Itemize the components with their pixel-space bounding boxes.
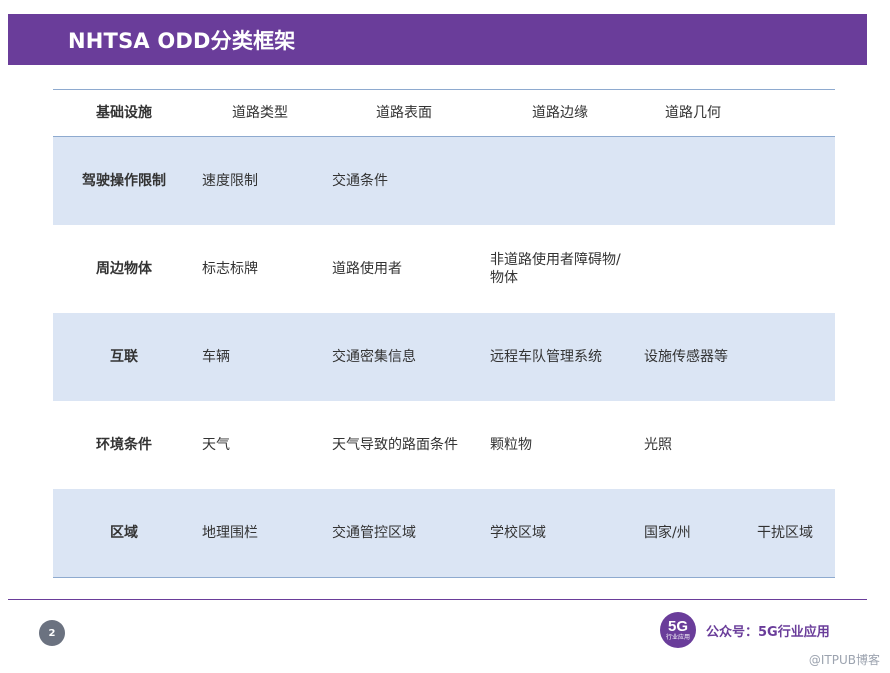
header-cell: 道路几何 <box>665 105 721 121</box>
table-cell: 标志标牌 <box>202 261 258 277</box>
header-cell: 道路边缘 <box>532 105 588 121</box>
row-category: 环境条件 <box>96 437 152 453</box>
header-category: 基础设施 <box>96 105 152 121</box>
table-row: 互联 车辆 交通密集信息 远程车队管理系统 设施传感器等 <box>53 313 835 401</box>
row-category: 互联 <box>110 349 138 365</box>
page-number: 2 <box>48 627 56 639</box>
table-cell: 天气导致的路面条件 <box>332 437 458 453</box>
row-category: 区域 <box>110 525 138 541</box>
table-cell: 设施传感器等 <box>644 349 728 365</box>
table-cell: 速度限制 <box>202 173 258 189</box>
table-cell: 地理围栏 <box>202 525 258 541</box>
table-cell: 交通管控区域 <box>332 525 416 541</box>
page-number-badge: 2 <box>39 620 65 646</box>
table-cell: 交通条件 <box>332 173 388 189</box>
table-cell: 非道路使用者障碍物/物体 <box>490 252 621 286</box>
table-cell: 颗粒物 <box>490 437 532 453</box>
watermark: @ITPUB博客 <box>808 653 880 667</box>
row-category: 驾驶操作限制 <box>82 173 166 189</box>
logo-sub-text: 行业应用 <box>665 633 690 641</box>
table-row: 环境条件 天气 天气导致的路面条件 颗粒物 光照 <box>53 401 835 489</box>
header-cell: 道路类型 <box>232 105 288 121</box>
odd-table: 基础设施 道路类型 道路表面 道路边缘 道路几何 驾驶操作限制 速度限制 交通条… <box>53 89 835 578</box>
table-cell: 车辆 <box>202 349 230 365</box>
table-cell: 道路使用者 <box>332 261 402 277</box>
table-header-row: 基础设施 道路类型 道路表面 道路边缘 道路几何 <box>53 89 835 137</box>
wechat-account-label: 公众号：5G行业应用 <box>706 625 830 640</box>
header-cell: 道路表面 <box>376 105 432 121</box>
table-cell: 远程车队管理系统 <box>490 349 602 365</box>
logo-main-text: 5G <box>667 617 688 635</box>
table-cell: 国家/州 <box>644 525 691 541</box>
table-cell: 光照 <box>644 437 672 453</box>
row-category: 周边物体 <box>96 261 152 277</box>
footer-divider <box>8 599 867 600</box>
table-cell: 干扰区域 <box>757 525 813 541</box>
table-row: 周边物体 标志标牌 道路使用者 非道路使用者障碍物/物体 <box>53 225 835 313</box>
title-banner: NHTSA ODD分类框架 <box>8 14 867 65</box>
5g-logo-icon: 5G 行业应用 <box>660 612 696 648</box>
table-cell: 交通密集信息 <box>332 349 416 365</box>
table-cell: 天气 <box>202 437 230 453</box>
table-cell: 学校区域 <box>490 525 546 541</box>
table-row: 区域 地理围栏 交通管控区域 学校区域 国家/州 干扰区域 <box>53 489 835 578</box>
table-row: 驾驶操作限制 速度限制 交通条件 <box>53 137 835 225</box>
slide-title: NHTSA ODD分类框架 <box>68 28 296 53</box>
